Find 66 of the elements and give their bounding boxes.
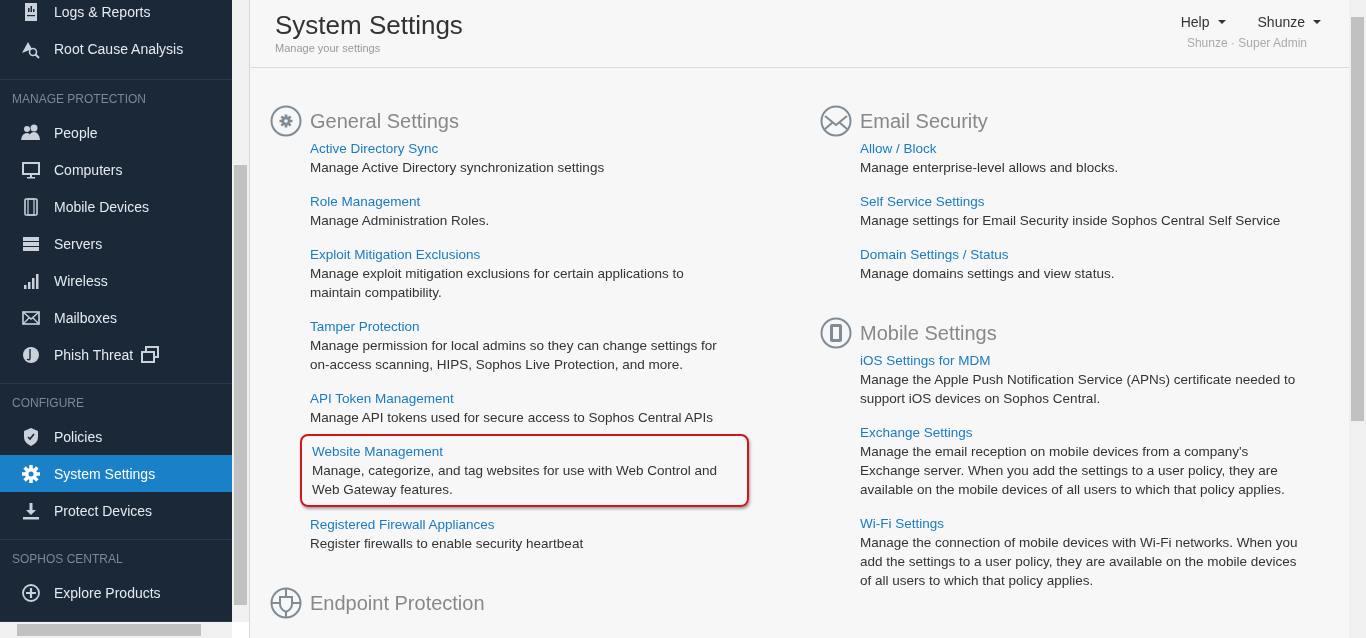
shield-icon [21,426,41,447]
mobile-icon [820,317,852,349]
settings-link[interactable]: Website Management [312,442,737,461]
windows-icon [141,345,160,364]
section-heading: General Settings [310,109,459,133]
page-subtitle: Manage your settings [275,42,382,54]
user-role: Shunze · Super Admin [1185,36,1307,50]
settings-description: Manage Administration Roles. [310,212,491,230]
settings-link[interactable]: Domain Settings / Status [860,245,1300,264]
monitor-icon [21,159,41,180]
settings-link[interactable]: Tamper Protection [310,317,735,336]
section-heading: Endpoint Protection [310,591,485,615]
dropdown-menu[interactable]: Shunze [1257,14,1321,30]
sidebar-item[interactable]: People [0,114,232,151]
sidebar-heading: SOPHOS CENTRAL [11,551,124,568]
settings-description: Manage the connection of mobile devices with Wi-Fi networks. When you add the settings to a user policy, they are available on the mobile devices of all users to which that policy applies. [860,534,1299,590]
sidebar-item[interactable]: Protect Devices [0,492,232,529]
settings-description: Manage permission for local admins so they can change settings for on-access scanning, HIPS, Sophos Live Protection, and more. [310,337,718,374]
settings-link[interactable]: iOS Settings for MDM [860,351,1300,370]
settings-description: Manage enterprise-level allows and blocks. [860,159,1120,177]
scrollbar[interactable] [0,622,232,638]
sidebar-item[interactable]: Mobile Devices [0,188,232,225]
sidebar-item[interactable]: Explore Products [0,574,232,611]
settings-description: Manage, categorize, and tag websites for use with Web Control and Web Gateway features. [312,462,718,499]
sidebar-heading: CONFIGURE [11,395,85,412]
scrollbar[interactable] [232,0,249,622]
settings-icon [21,463,41,484]
mobile-icon [21,196,41,217]
settings-link[interactable]: Exploit Mitigation Exclusions [310,245,735,264]
settings-link[interactable]: Role Management [310,192,735,211]
sidebar-item[interactable]: Mailboxes [0,299,232,336]
page-title: System Settings [275,10,463,41]
scrollbar[interactable] [1349,0,1366,638]
sidebar-heading: MANAGE PROTECTION [11,91,147,108]
envelope-icon [820,105,852,137]
settings-description: Manage exploit mitigation exclusions for certain applications to maintain compatibility. [310,265,685,302]
settings-link[interactable]: API Token Management [310,389,735,408]
settings-link[interactable]: Active Directory Sync [310,139,735,158]
plus-circle-icon [21,582,41,603]
people-icon [21,122,41,143]
settings-description: Manage Active Directory synchronization settings [310,159,606,177]
sidebar-item[interactable]: Root Cause Analysis [0,30,232,67]
section-heading: Email Security [860,109,988,133]
settings-description: Manage the Apple Push Notification Service (APNs) certificate needed to support iOS devices on Sophos Central. [860,371,1297,408]
download-icon [21,500,41,521]
sidebar-item[interactable]: Policies [0,418,232,455]
sidebar-item[interactable]: Wireless [0,262,232,299]
settings-description: Manage settings for Email Security inside Sophos Central Self Service [860,212,1282,230]
shield-icon [270,587,302,619]
sidebar-item[interactable]: Logs & Reports [0,0,232,30]
settings-link[interactable]: Self Service Settings [860,192,1300,211]
section-heading: Mobile Settings [860,321,997,345]
settings-description: Manage domains settings and view status. [860,265,1116,283]
settings-icon [270,105,302,137]
settings-link[interactable]: Allow / Block [860,139,1300,158]
dropdown-menu[interactable]: Help [1180,14,1226,30]
sidebar-item[interactable]: System Settings [0,455,232,492]
sidebar-item[interactable]: Servers [0,225,232,262]
settings-description: Manage API tokens used for secure access to Sophos Central APIs [310,409,714,427]
sidebar-item[interactable]: Computers [0,151,232,188]
settings-description: Register firewalls to enable security heartbeat [310,535,585,553]
settings-description: Manage the email reception on mobile devices from a company's Exchange server. When you add the settings to a user policy, they are available on the mobile devices of all users to which that policy applies. [860,443,1286,499]
settings-link[interactable]: Wi-Fi Settings [860,514,1300,533]
settings-link[interactable]: Registered Firewall Appliances [310,515,735,534]
sidebar-item[interactable]: Phish Threat [0,336,232,373]
settings-link[interactable]: Exchange Settings [860,423,1300,442]
